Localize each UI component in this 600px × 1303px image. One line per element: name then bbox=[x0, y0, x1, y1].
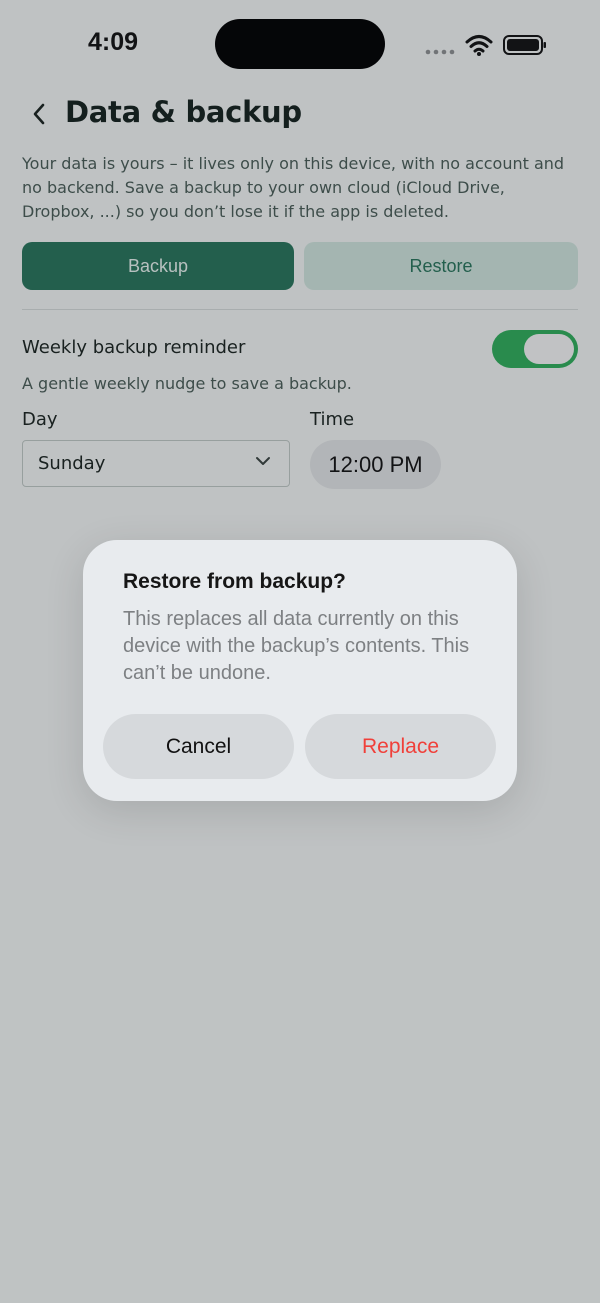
restore-dialog: Restore from backup? This replaces all d… bbox=[83, 540, 517, 801]
cancel-button[interactable]: Cancel bbox=[103, 714, 294, 779]
dialog-message: This replaces all data currently on this… bbox=[123, 608, 470, 684]
dialog-title: Restore from backup? bbox=[123, 570, 346, 593]
replace-button[interactable]: Replace bbox=[305, 714, 496, 779]
